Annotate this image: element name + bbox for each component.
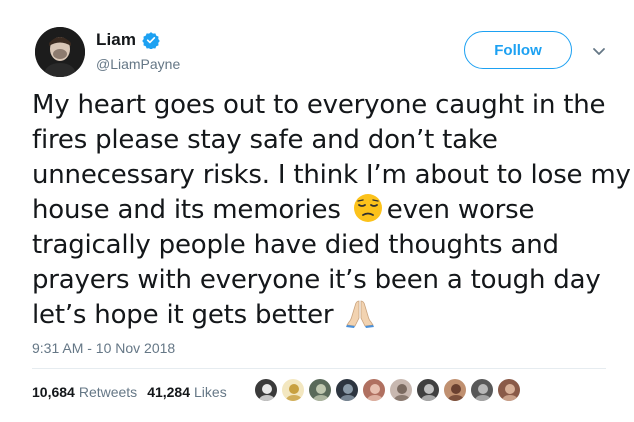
liker-avatar[interactable] (497, 378, 521, 402)
tweet-text: My heart goes out to everyone caught in … (32, 88, 631, 333)
tweet-line: let’s hope it gets better (32, 298, 622, 333)
retweets-count: 10,684 (32, 384, 75, 400)
tweet-line-part: house and its memories (32, 195, 341, 225)
tweet-line-part: even worse (386, 195, 535, 225)
liker-avatar[interactable] (443, 378, 467, 402)
tweet-stats: 10,684 Retweets 41,284 Likes (32, 384, 227, 400)
likes-label: Likes (194, 384, 227, 400)
divider (32, 368, 606, 369)
chevron-down-icon[interactable] (592, 44, 606, 55)
liker-avatar[interactable] (335, 378, 359, 402)
tweet-line-part: let’s hope it gets better (32, 300, 334, 330)
likes-stat[interactable]: 41,284 Likes (147, 384, 227, 400)
user-handle[interactable]: @LiamPayne (96, 56, 180, 72)
tweet-timestamp[interactable]: 9:31 AM - 10 Nov 2018 (32, 340, 175, 356)
liker-avatar[interactable] (362, 378, 386, 402)
folded-hands-emoji (343, 298, 377, 328)
tweet-card: Liam @LiamPayne Follow My heart goes out… (0, 0, 634, 422)
liker-avatars (254, 378, 521, 402)
liker-avatar[interactable] (470, 378, 494, 402)
retweets-stat[interactable]: 10,684 Retweets (32, 384, 137, 400)
profile-avatar[interactable] (35, 27, 85, 77)
tweet-line: unnecessary risks. I think I’m about to … (32, 160, 631, 190)
likes-count: 41,284 (147, 384, 191, 400)
liker-avatar[interactable] (308, 378, 332, 402)
verified-badge-icon (142, 31, 160, 50)
liker-avatar[interactable] (281, 378, 305, 402)
follow-button[interactable]: Follow (464, 31, 572, 69)
tweet-line: My heart goes out to everyone caught in … (32, 90, 606, 120)
liker-avatar[interactable] (254, 378, 278, 402)
liker-avatar[interactable] (416, 378, 440, 402)
tweet-line: tragically people have died thoughts and (32, 230, 559, 260)
tweet-line: prayers with everyone it’s been a tough … (32, 265, 601, 295)
tweet-line: house and its memories even worse (32, 193, 622, 228)
retweets-label: Retweets (78, 384, 138, 400)
display-name[interactable]: Liam (96, 30, 136, 50)
tweet-line: fires please stay safe and don’t take (32, 125, 498, 155)
name-row: Liam (96, 30, 160, 50)
pensive-face-emoji (351, 193, 385, 223)
liker-avatar[interactable] (389, 378, 413, 402)
